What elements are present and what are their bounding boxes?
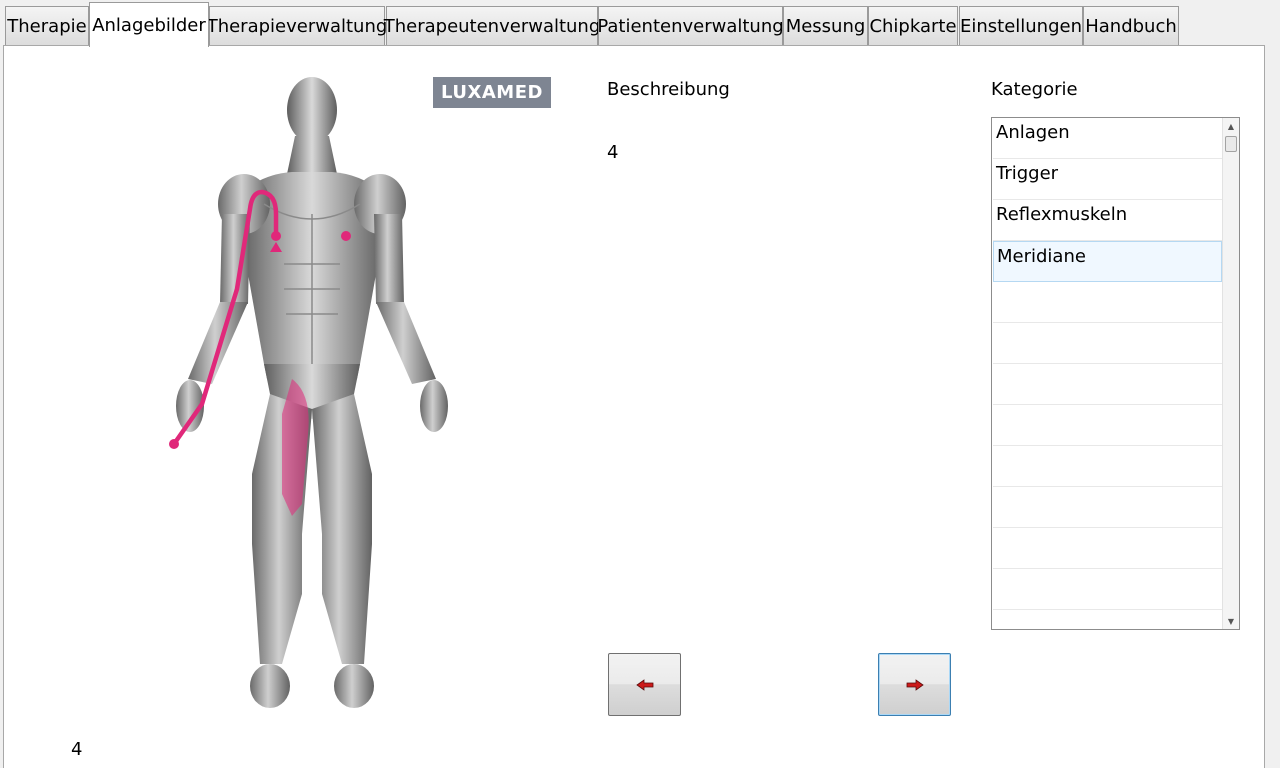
list-scrollbar[interactable]: ▲ ▼ [1222,118,1239,629]
tab-einstellungen[interactable]: Einstellungen [959,6,1083,46]
anatomy-figure-image [169,77,448,708]
list-item-empty [993,528,1222,569]
category-list[interactable]: Anlagen Trigger Reflexmuskeln Meridiane … [991,117,1240,630]
tab-handbuch[interactable]: Handbuch [1083,6,1179,46]
category-label: Kategorie [991,79,1078,100]
list-item-empty [993,569,1222,610]
scroll-up-icon[interactable]: ▲ [1223,118,1239,134]
tab-therapeutenverwaltung[interactable]: Therapeutenverwaltung [384,6,600,46]
arrow-left-icon [635,678,653,691]
tab-patientenverwaltung[interactable]: Patientenverwaltung [597,6,784,46]
list-item-reflexmuskeln[interactable]: Reflexmuskeln [993,200,1222,241]
tab-chipkarte[interactable]: Chipkarte [868,6,958,46]
image-number: 4 [71,739,83,760]
tab-therapieverwaltung[interactable]: Therapieverwaltung [207,6,387,46]
tab-messung[interactable]: Messung [783,6,868,46]
list-item-anlagen[interactable]: Anlagen [993,118,1222,159]
list-item-empty [993,323,1222,364]
previous-image-button[interactable] [608,653,681,716]
arrow-right-icon [906,678,924,691]
list-item-empty [993,364,1222,405]
tab-anlagebilder[interactable]: Anlagebilder [89,2,209,47]
luxamed-logo: LUXAMED [433,77,551,108]
scrollbar-thumb[interactable] [1225,136,1237,152]
list-item-trigger[interactable]: Trigger [993,159,1222,200]
list-item-meridiane[interactable]: Meridiane [993,241,1222,282]
tab-strip: Therapie Anlagebilder Therapieverwaltung… [0,0,1280,47]
scroll-down-icon[interactable]: ▼ [1223,613,1239,629]
next-image-button[interactable] [878,653,951,716]
list-item-empty [993,405,1222,446]
tab-therapie[interactable]: Therapie [5,6,89,46]
list-item-empty [993,446,1222,487]
list-item-empty [993,282,1222,323]
list-item-empty [993,487,1222,528]
description-label: Beschreibung [607,79,730,100]
window-gutter [1266,45,1280,768]
description-value: 4 [607,142,619,163]
